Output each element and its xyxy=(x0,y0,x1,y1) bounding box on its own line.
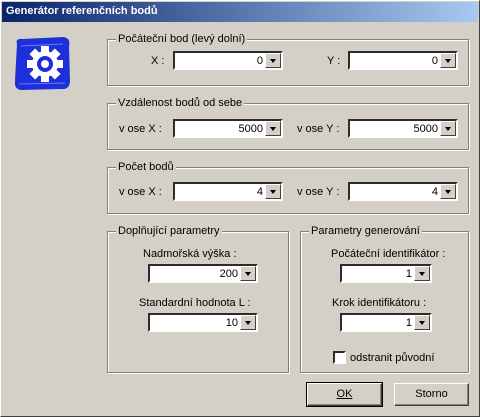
ok-button[interactable]: OK xyxy=(306,382,383,407)
chevron-down-icon[interactable] xyxy=(440,53,456,68)
distance-x-label: v ose X : xyxy=(119,123,162,135)
start-point-title: Počáteční bod (levý dolní) xyxy=(116,32,248,46)
start-y-label: Y : xyxy=(327,55,341,67)
chevron-down-icon[interactable] xyxy=(240,266,256,281)
stddev-combo[interactable]: 10 xyxy=(148,313,258,332)
altitude-label: Nadmořská výška : xyxy=(143,248,237,260)
start-y-combo[interactable]: 0 xyxy=(348,51,458,70)
chevron-down-icon[interactable] xyxy=(440,184,456,199)
step-id-value: 1 xyxy=(405,317,412,329)
start-y-value: 0 xyxy=(431,55,438,67)
altitude-value: 200 xyxy=(219,268,238,280)
remove-original-checkbox[interactable] xyxy=(333,351,346,364)
start-id-combo[interactable]: 1 xyxy=(340,264,432,283)
window-title: Generátor referenčních bodů xyxy=(2,2,478,22)
stddev-label: Standardní hodnota L : xyxy=(139,297,251,309)
start-id-value: 1 xyxy=(405,268,412,280)
start-id-label: Počáteční identifikátor : xyxy=(331,248,446,260)
count-x-combo[interactable]: 4 xyxy=(173,182,283,201)
chevron-down-icon[interactable] xyxy=(414,315,430,330)
count-y-combo[interactable]: 4 xyxy=(348,182,458,201)
chevron-down-icon[interactable] xyxy=(240,315,256,330)
count-x-value: 4 xyxy=(256,186,263,198)
cancel-button[interactable]: Storno xyxy=(394,383,469,406)
gen-params-title: Parametry generování xyxy=(309,224,422,238)
gear-icon xyxy=(14,37,70,90)
stddev-value: 10 xyxy=(225,317,238,329)
chevron-down-icon[interactable] xyxy=(265,184,281,199)
chevron-down-icon[interactable] xyxy=(414,266,430,281)
ok-button-label: OK xyxy=(336,388,353,400)
step-id-combo[interactable]: 1 xyxy=(340,313,432,332)
altitude-combo[interactable]: 200 xyxy=(148,264,258,283)
chevron-down-icon[interactable] xyxy=(265,53,281,68)
distance-x-combo[interactable]: 5000 xyxy=(173,119,283,138)
distance-y-value: 5000 xyxy=(413,123,438,135)
count-x-label: v ose X : xyxy=(119,186,162,198)
start-x-combo[interactable]: 0 xyxy=(173,51,283,70)
chevron-down-icon[interactable] xyxy=(265,121,281,136)
distance-x-value: 5000 xyxy=(238,123,263,135)
extra-params-title: Doplňující parametry xyxy=(116,224,222,238)
distance-y-label: v ose Y : xyxy=(297,123,340,135)
dialog-window: Generátor referenčních bodů Počáteční bo… xyxy=(0,0,480,417)
chevron-down-icon[interactable] xyxy=(440,121,456,136)
distance-y-combo[interactable]: 5000 xyxy=(348,119,458,138)
start-x-value: 0 xyxy=(256,55,263,67)
start-x-label: X : xyxy=(151,55,165,67)
distance-title: Vzdálenost bodů od sebe xyxy=(116,96,245,110)
count-y-label: v ose Y : xyxy=(297,186,340,198)
count-y-value: 4 xyxy=(431,186,438,198)
step-id-label: Krok identifikátoru : xyxy=(332,297,427,309)
remove-original-label[interactable]: odstranit původní xyxy=(350,351,434,365)
count-title: Počet bodů xyxy=(116,160,176,174)
